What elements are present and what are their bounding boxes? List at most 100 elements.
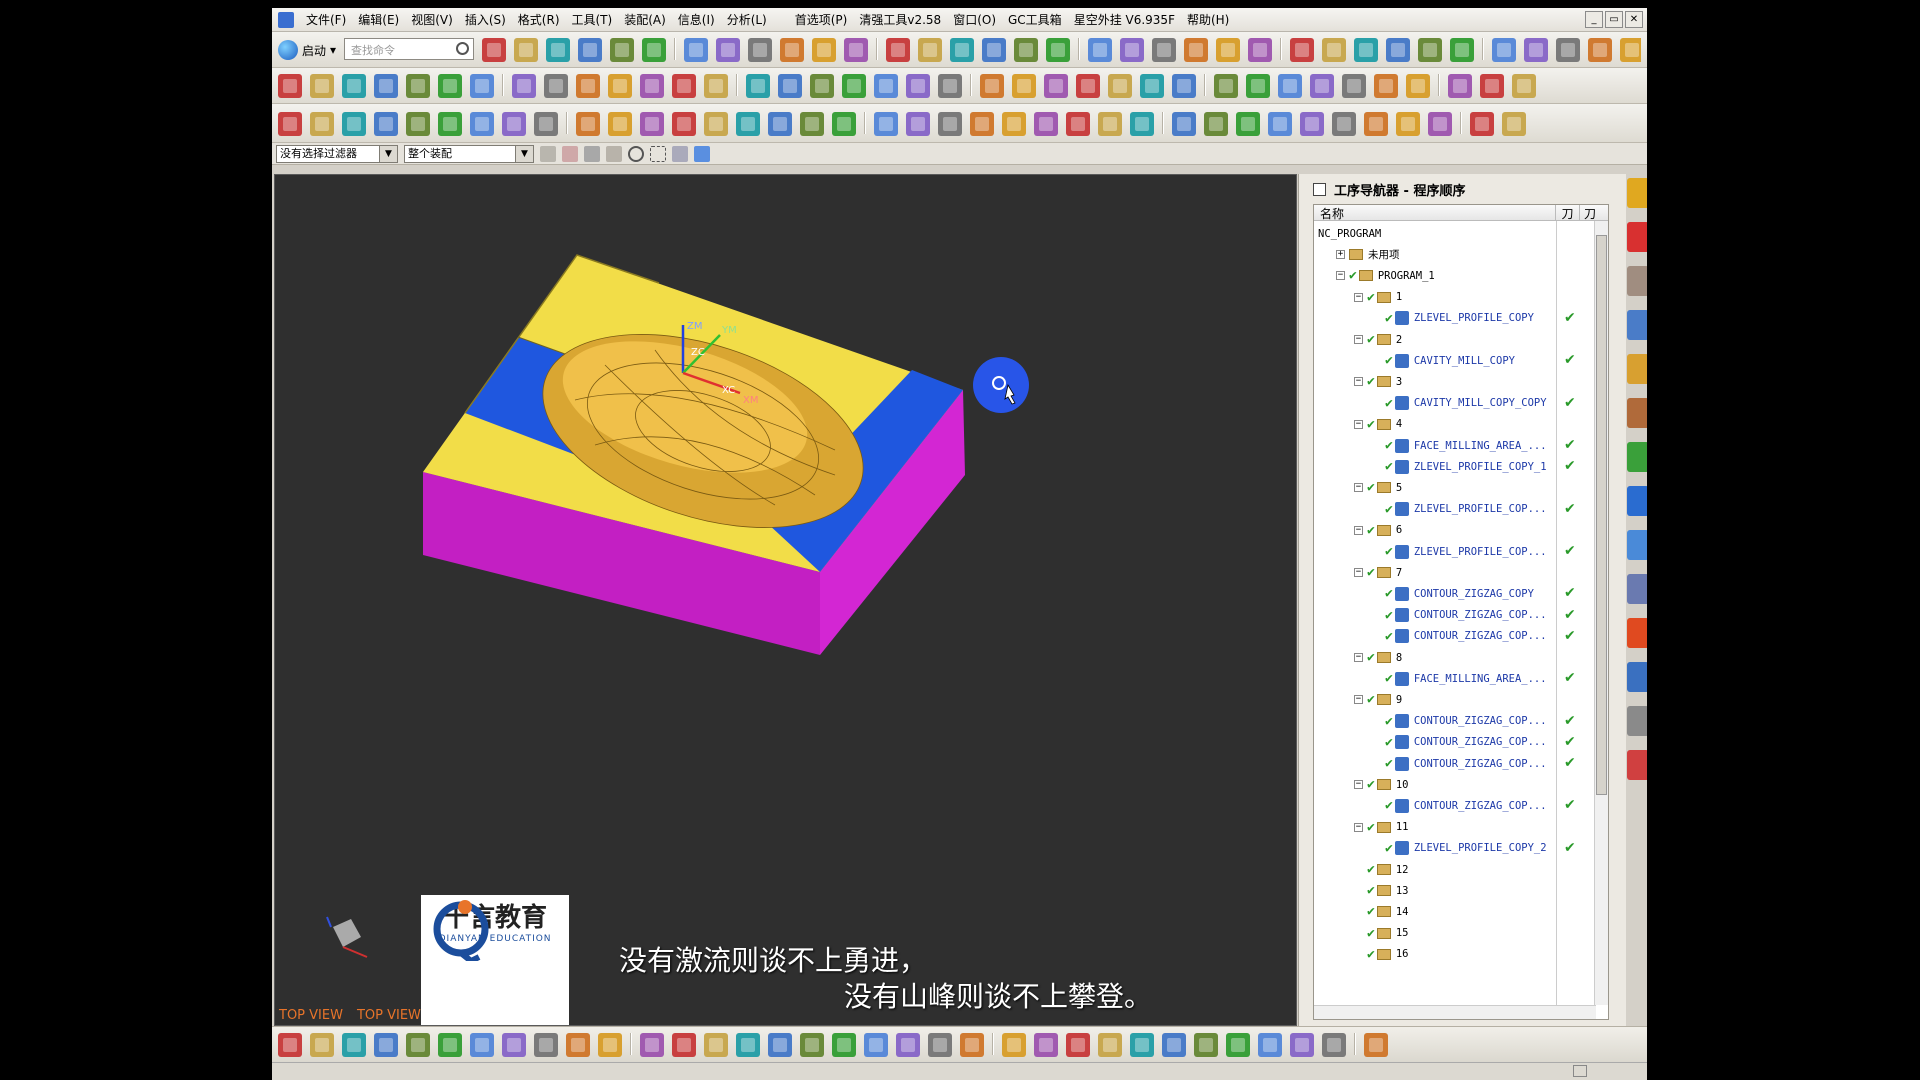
- toolbar-command-icon[interactable]: [1342, 74, 1366, 98]
- expand-toggle-icon[interactable]: +: [1336, 250, 1345, 260]
- toolbar-command-icon[interactable]: [1620, 38, 1641, 62]
- toolbar-command-icon[interactable]: [906, 112, 930, 136]
- vertical-scrollbar[interactable]: [1594, 221, 1608, 1005]
- toolbar-command-icon[interactable]: [1512, 74, 1536, 98]
- toolbar-command-icon[interactable]: [1354, 38, 1379, 62]
- toolbar-command-icon[interactable]: [960, 1033, 984, 1057]
- toolbar-command-icon[interactable]: [768, 1033, 792, 1057]
- toolbar-command-icon[interactable]: [748, 38, 773, 62]
- assembly-tab-icon[interactable]: [1627, 266, 1647, 296]
- toolbar-command-icon[interactable]: [1140, 74, 1164, 98]
- toolbar-command-icon[interactable]: [1130, 112, 1154, 136]
- point-snap-icon[interactable]: [628, 145, 644, 162]
- program-group-row[interactable]: − ✔ PROGRAM_1: [1314, 265, 1435, 286]
- program-group-row[interactable]: − ✔ 10: [1314, 774, 1408, 795]
- toolbar-command-icon[interactable]: [342, 112, 366, 136]
- toolbar-command-icon[interactable]: [310, 112, 334, 136]
- clock-tab-icon[interactable]: [1627, 574, 1647, 604]
- expand-toggle-icon[interactable]: −: [1354, 292, 1363, 302]
- reuse-library-tab-icon[interactable]: [1627, 398, 1647, 428]
- toolbar-command-icon[interactable]: [1236, 112, 1260, 136]
- toolbar-command-icon[interactable]: [810, 74, 834, 98]
- toolbar-command-icon[interactable]: [906, 74, 930, 98]
- operation-tree[interactable]: 名称 刀 刀 NC_PROGRAM + 未用项 − ✔ PROGRAM_1− ✔ 1 ✔ ZLEV…: [1313, 204, 1609, 1020]
- toolbar-command-icon[interactable]: [844, 38, 869, 62]
- menu-item[interactable]: 首选项(P): [789, 8, 854, 32]
- tool-tab-icon[interactable]: [1627, 706, 1647, 736]
- toolbar-command-icon[interactable]: [406, 1033, 430, 1057]
- toolbar-command-icon[interactable]: [704, 112, 728, 136]
- toolbar-command-icon[interactable]: [1364, 1033, 1388, 1057]
- toolbar-command-icon[interactable]: [1364, 112, 1388, 136]
- program-group-row[interactable]: − ✔ 11: [1314, 817, 1408, 838]
- toolbar-command-icon[interactable]: [278, 74, 302, 98]
- toolbar-command-icon[interactable]: [1014, 38, 1039, 62]
- menu-item[interactable]: 视图(V): [405, 8, 459, 32]
- operation-row[interactable]: ✔ ZLEVEL_PROFILE_COPY_1: [1314, 456, 1547, 477]
- app-icon[interactable]: [278, 11, 294, 28]
- operation-row[interactable]: ✔ CAVITY_MILL_COPY_COPY: [1314, 393, 1547, 414]
- minimize-button[interactable]: _: [1585, 11, 1603, 28]
- expand-toggle-icon[interactable]: −: [1354, 483, 1363, 493]
- toolbar-command-icon[interactable]: [1204, 112, 1228, 136]
- menu-item[interactable]: 格式(R): [512, 8, 566, 32]
- menu-item[interactable]: 装配(A): [618, 8, 672, 32]
- program-group-row[interactable]: − ✔ 6: [1314, 520, 1402, 541]
- toolbar-command-icon[interactable]: [746, 74, 770, 98]
- expand-toggle-icon[interactable]: −: [1354, 335, 1363, 344]
- operation-row[interactable]: ✔ CONTOUR_ZIGZAG_COP...: [1314, 711, 1547, 732]
- toolbar-command-icon[interactable]: [470, 1033, 494, 1057]
- toolbar-command-icon[interactable]: [1214, 74, 1238, 98]
- toolbar-command-icon[interactable]: [1172, 74, 1196, 98]
- expand-toggle-icon[interactable]: −: [1354, 695, 1363, 705]
- toolbar-command-icon[interactable]: [672, 74, 696, 98]
- machine-tool-tab-icon[interactable]: [1627, 222, 1647, 252]
- toolbar-command-icon[interactable]: [800, 112, 824, 136]
- toolbar-command-icon[interactable]: [342, 1033, 366, 1057]
- toolbar-command-icon[interactable]: [1184, 38, 1209, 62]
- toolbar-command-icon[interactable]: [608, 112, 632, 136]
- toolbar-command-icon[interactable]: [1162, 1033, 1186, 1057]
- toolbar-command-icon[interactable]: [640, 1033, 664, 1057]
- toolbar-command-icon[interactable]: [438, 74, 462, 98]
- toolbar-command-icon[interactable]: [704, 1033, 728, 1057]
- toolbar-command-icon[interactable]: [610, 38, 635, 62]
- close-button[interactable]: ✕: [1625, 11, 1643, 28]
- expand-toggle-icon[interactable]: −: [1354, 822, 1363, 832]
- web-browser-tab-icon[interactable]: [1627, 486, 1647, 516]
- toolbar-command-icon[interactable]: [546, 38, 571, 62]
- program-group-row[interactable]: − ✔ 9: [1314, 689, 1402, 710]
- toolbar-command-icon[interactable]: [928, 1033, 952, 1057]
- operation-row[interactable]: ✔ CONTOUR_ZIGZAG_COP...: [1314, 795, 1547, 816]
- expand-toggle-icon[interactable]: −: [1336, 271, 1345, 281]
- toolbar-command-icon[interactable]: [1098, 112, 1122, 136]
- expand-toggle-icon[interactable]: −: [1354, 525, 1363, 535]
- toolbar-command-icon[interactable]: [918, 38, 943, 62]
- toolbar-command-icon[interactable]: [980, 74, 1004, 98]
- toolbar-command-icon[interactable]: [832, 112, 856, 136]
- toolbar-command-icon[interactable]: [864, 1033, 888, 1057]
- operation-row[interactable]: ✔ CONTOUR_ZIGZAG_COP...: [1314, 753, 1547, 774]
- menu-item[interactable]: 分析(L): [721, 8, 773, 32]
- toolbar-command-icon[interactable]: [874, 112, 898, 136]
- menu-item[interactable]: 窗口(O): [947, 8, 1002, 32]
- toolbar-command-icon[interactable]: [482, 38, 507, 62]
- toolbar-command-icon[interactable]: [736, 1033, 760, 1057]
- toolbar-command-icon[interactable]: [642, 38, 667, 62]
- start-button[interactable]: 启动 ▾: [278, 38, 336, 62]
- menu-item[interactable]: 文件(F): [300, 8, 352, 32]
- menu-item[interactable]: GC工具箱: [1002, 8, 1068, 32]
- program-group-row[interactable]: − ✔ 8: [1314, 647, 1402, 668]
- toolbar-command-icon[interactable]: [1448, 74, 1472, 98]
- toolbar-command-icon[interactable]: [1418, 38, 1443, 62]
- toolbar-command-icon[interactable]: [842, 74, 866, 98]
- toolbar-command-icon[interactable]: [278, 1033, 302, 1057]
- toolbar-command-icon[interactable]: [1012, 74, 1036, 98]
- operation-navigator-tab-icon[interactable]: [1627, 178, 1647, 208]
- toolbar-command-icon[interactable]: [514, 38, 539, 62]
- toolbar-command-icon[interactable]: [970, 112, 994, 136]
- toolbar-command-icon[interactable]: [1248, 38, 1273, 62]
- snap-icon[interactable]: [540, 145, 556, 162]
- toolbar-command-icon[interactable]: [1194, 1033, 1218, 1057]
- operation-row[interactable]: ✔ CAVITY_MILL_COPY: [1314, 350, 1515, 371]
